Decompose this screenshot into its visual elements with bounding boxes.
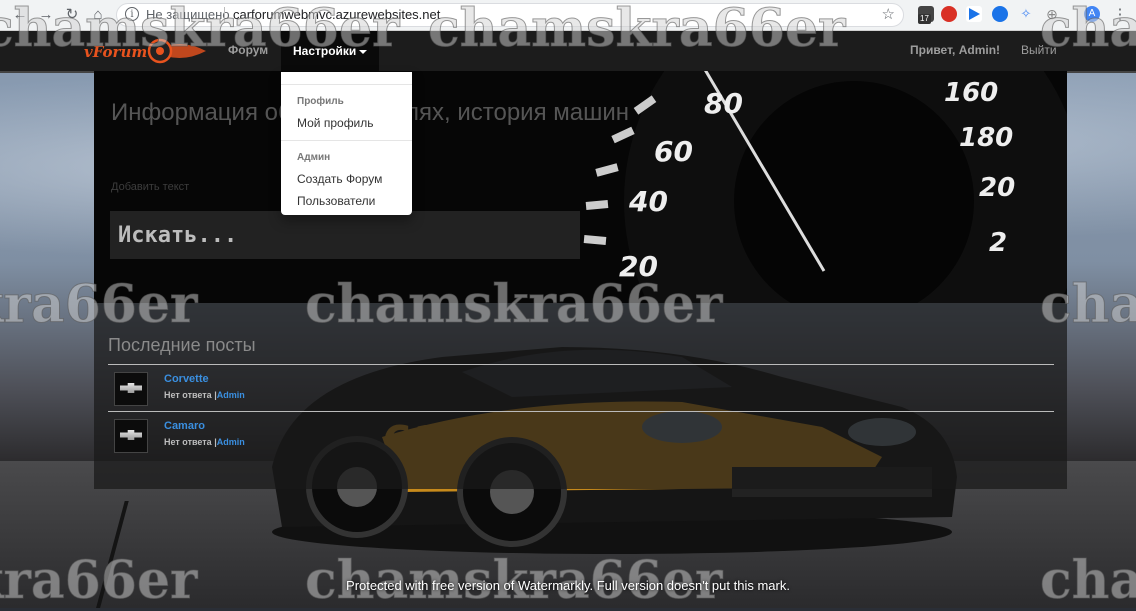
dropdown-header-profile: Профиль	[297, 96, 344, 107]
post-row[interactable]: Camaro Нет ответа |Admin	[108, 411, 1054, 458]
add-text-hint: Добавить текст	[111, 181, 190, 193]
watermark-text: chamskra66er	[304, 274, 723, 336]
dropdown-header-admin: Админ	[297, 152, 331, 163]
translate-icon[interactable]: ✧	[1018, 6, 1034, 22]
gauge-60: 60	[654, 135, 693, 168]
post-status: Нет ответа	[164, 390, 212, 400]
gauge-200: 20	[979, 173, 1015, 203]
post-author-link[interactable]: Admin	[217, 390, 245, 400]
watermark-text: chamskra66er	[0, 0, 400, 60]
watermark-text: chamskra66er	[0, 274, 198, 336]
gauge-80: 80	[704, 87, 743, 120]
latest-posts-heading: Последние посты	[108, 335, 256, 355]
watermark-text: chamskra66er	[427, 0, 846, 60]
search-input[interactable]	[110, 211, 580, 259]
watermark-text: chamskra66er	[1039, 274, 1136, 336]
greeting-link[interactable]: Привет, Admin!	[910, 43, 1000, 57]
adblock-icon[interactable]	[941, 6, 957, 22]
menu-item-create-forum[interactable]: Создать Форум	[297, 172, 382, 186]
dropdown-divider	[281, 140, 412, 141]
post-meta: Нет ответа |Admin	[164, 390, 245, 400]
extension-badge: 17	[918, 14, 931, 24]
chevrolet-logo	[114, 419, 148, 453]
gauge-160: 160	[944, 78, 998, 108]
menu-item-users[interactable]: Пользователи	[297, 194, 375, 208]
post-status: Нет ответа	[164, 437, 212, 447]
dropdown-divider	[281, 84, 412, 85]
gauge-180: 180	[959, 123, 1013, 153]
play-extension-icon[interactable]	[966, 6, 982, 22]
hero-panel: 80 60 40 20 0 160 180 20 2 Информация об…	[94, 71, 1067, 303]
watermarkly-notice: Protected with free version of Watermark…	[346, 578, 790, 593]
post-row[interactable]: Corvette Нет ответа |Admin	[108, 364, 1054, 411]
post-author-link[interactable]: Admin	[217, 437, 245, 447]
chevrolet-bowtie-icon	[120, 430, 142, 440]
vpn-extension-icon[interactable]	[992, 6, 1008, 22]
watermark-text: chamskra66er	[1039, 0, 1136, 60]
post-title-link[interactable]: Corvette	[164, 373, 209, 385]
gauge-40: 40	[628, 185, 668, 218]
settings-dropdown-menu: Профиль Мой профиль Админ Создать Форум …	[281, 72, 412, 215]
bookmark-star-icon[interactable]: ☆	[882, 5, 895, 23]
menu-item-my-profile[interactable]: Мой профиль	[297, 116, 374, 130]
chevrolet-logo	[114, 372, 148, 406]
gauge-220: 2	[989, 228, 1007, 258]
post-meta: Нет ответа |Admin	[164, 437, 245, 447]
post-title-link[interactable]: Camaro	[164, 420, 205, 432]
chevrolet-bowtie-icon	[120, 383, 142, 393]
